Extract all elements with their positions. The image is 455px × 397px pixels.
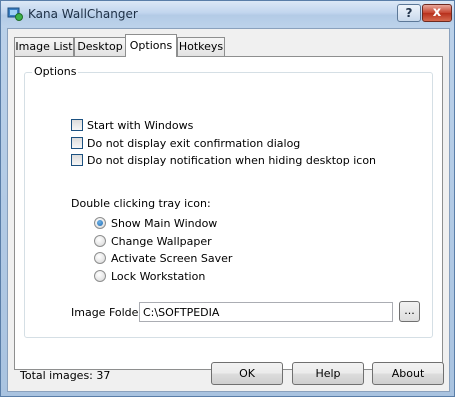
lock-workstation-label[interactable]: Lock Workstation xyxy=(111,270,205,283)
options-tab-panel: Options Start with Windows Do not displa… xyxy=(14,56,443,370)
help-button[interactable]: Help xyxy=(292,362,364,385)
tab-image-list[interactable]: Image List xyxy=(14,37,74,56)
main-window: Kana WallChanger ? x Image List Desktop … xyxy=(0,0,455,397)
change-wallpaper-radio[interactable] xyxy=(94,235,106,247)
no-exit-confirmation-checkbox[interactable] xyxy=(71,137,83,149)
tab-hotkeys[interactable]: Hotkeys xyxy=(177,37,225,56)
show-main-window-label[interactable]: Show Main Window xyxy=(111,217,217,230)
no-exit-confirmation-label[interactable]: Do not display exit confirmation dialog xyxy=(87,137,300,150)
start-with-windows-checkbox[interactable] xyxy=(71,119,83,131)
image-folder-input[interactable] xyxy=(139,302,393,322)
change-wallpaper-label[interactable]: Change Wallpaper xyxy=(111,235,212,248)
total-images-status: Total images: 37 xyxy=(20,369,111,382)
close-icon[interactable]: x xyxy=(422,4,452,22)
help-icon[interactable]: ? xyxy=(397,4,421,22)
dialog-client-area: Image List Desktop Options Hotkeys Optio… xyxy=(7,28,450,392)
window-title: Kana WallChanger xyxy=(28,7,138,21)
ok-button[interactable]: OK xyxy=(211,362,283,385)
activate-screen-saver-radio[interactable] xyxy=(94,252,106,264)
tray-action-label: Double clicking tray icon: xyxy=(71,197,211,210)
kana-app-icon xyxy=(7,7,23,21)
activate-screen-saver-label[interactable]: Activate Screen Saver xyxy=(111,252,232,265)
no-hide-notification-checkbox[interactable] xyxy=(71,154,83,166)
browse-folder-button[interactable]: ... xyxy=(399,301,420,322)
options-group-label: Options xyxy=(32,65,79,78)
tab-desktop[interactable]: Desktop xyxy=(74,37,126,56)
tab-options[interactable]: Options xyxy=(125,34,177,57)
no-hide-notification-label[interactable]: Do not display notification when hiding … xyxy=(87,154,376,167)
start-with-windows-label[interactable]: Start with Windows xyxy=(87,119,193,132)
show-main-window-radio[interactable] xyxy=(94,217,106,229)
lock-workstation-radio[interactable] xyxy=(94,270,106,282)
image-folder-label: Image Folder: xyxy=(71,306,147,319)
title-bar[interactable]: Kana WallChanger ? x xyxy=(1,1,454,27)
about-button[interactable]: About xyxy=(372,362,444,385)
